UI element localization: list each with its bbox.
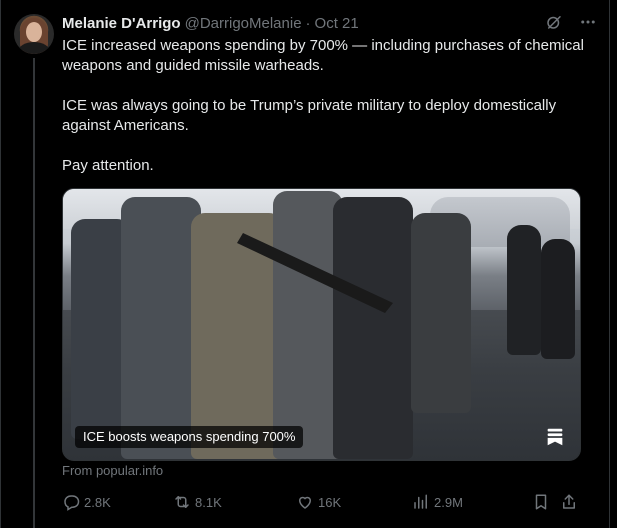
rifle-shape (237, 233, 393, 313)
tweet-container: Melanie D'Arrigo @DarrigoMelanie · Oct 2… (0, 0, 617, 528)
tweet-paragraph-3: Pay attention. (62, 157, 154, 174)
grok-icon[interactable] (545, 13, 563, 31)
top-actions (545, 13, 597, 31)
more-icon[interactable] (579, 13, 597, 31)
tweet-paragraph-2: ICE was always going to be Trump’s priva… (62, 97, 557, 134)
reply-count: 2.8K (84, 494, 111, 510)
tweet-date[interactable]: Oct 21 (315, 14, 359, 34)
separator-dot: · (305, 15, 311, 32)
author-name[interactable]: Melanie D'Arrigo (62, 14, 181, 34)
like-icon (298, 496, 312, 509)
link-source[interactable]: From popular.info (62, 463, 163, 479)
tweet-text: ICE increased weapons spending by 700% —… (62, 36, 597, 196)
views-icon (414, 494, 427, 509)
author-handle[interactable]: @DarrigoMelanie (185, 14, 302, 34)
tweet-paragraph-1: ICE increased weapons spending by 700% —… (62, 37, 584, 74)
bookmark-button[interactable] (532, 493, 550, 511)
repost-icon (175, 496, 189, 508)
link-card-caption[interactable]: ICE boosts weapons spending 700% (75, 426, 304, 448)
figure-person-1 (507, 225, 541, 355)
figure-agent-2 (121, 197, 201, 459)
share-button[interactable] (560, 493, 578, 511)
bookmark-icon (535, 494, 547, 510)
reply-button[interactable]: 2.8K (62, 493, 111, 511)
repost-button[interactable]: 8.1K (173, 493, 222, 511)
figure-person-2 (541, 239, 575, 359)
link-card-image[interactable]: ICE boosts weapons spending 700% (62, 188, 581, 461)
like-count: 16K (318, 494, 342, 510)
action-bar: 2.8K 8.1K 16K 2.9M (62, 491, 579, 513)
figure-agent-6 (411, 213, 471, 413)
right-divider (609, 0, 610, 528)
tweet-header: Melanie D'Arrigo @DarrigoMelanie · Oct 2… (62, 14, 359, 34)
share-icon (563, 494, 575, 509)
avatar-face (26, 22, 42, 42)
article-icon (544, 426, 566, 448)
reply-icon (64, 495, 80, 511)
thread-line (33, 58, 35, 528)
like-button[interactable]: 16K (296, 493, 341, 511)
views-count: 2.9M (434, 494, 463, 510)
views-button[interactable]: 2.9M (412, 493, 463, 511)
repost-count: 8.1K (195, 494, 222, 510)
left-divider (0, 0, 1, 528)
avatar[interactable] (14, 14, 54, 54)
